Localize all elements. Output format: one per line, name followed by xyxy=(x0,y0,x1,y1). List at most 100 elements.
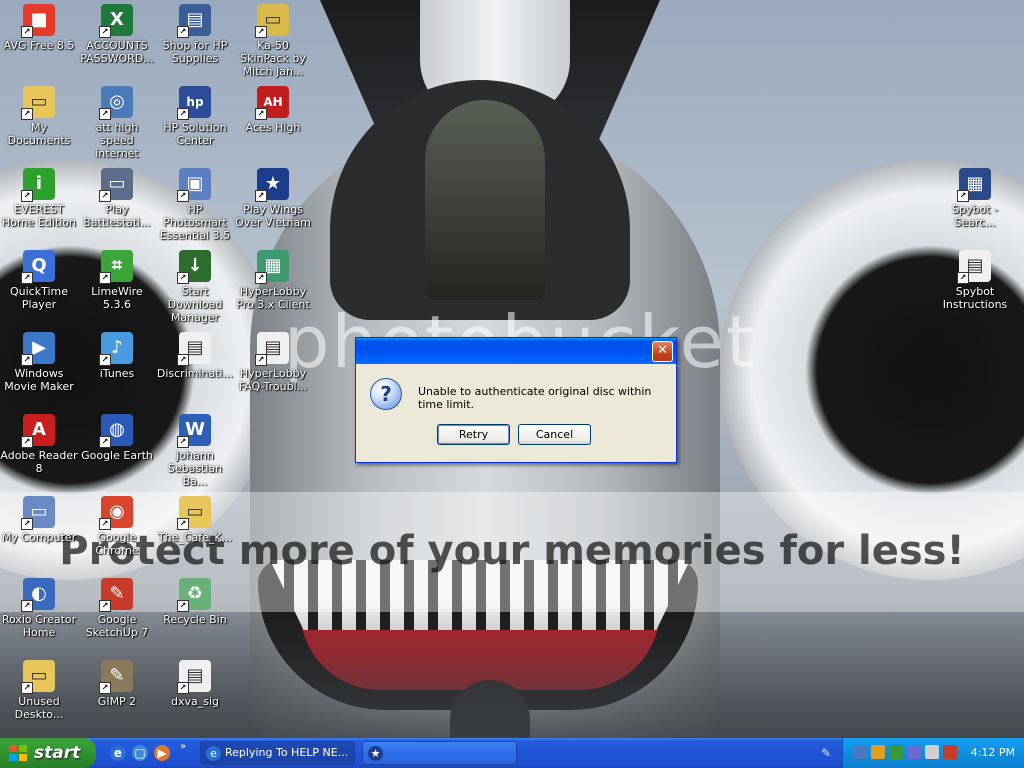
desktop-icon-sketchup[interactable]: ✎ ↗ Google SketchUp 7 xyxy=(78,578,156,639)
security-icon[interactable] xyxy=(871,745,885,759)
discrimination-doc-icon: ▤ ↗ xyxy=(177,332,211,366)
desktop-icon-download-manager[interactable]: ↓ ↗ Start Download Manager xyxy=(156,250,234,324)
hyperlobby-faq-icon: ▤ ↗ xyxy=(255,332,289,366)
shortcut-arrow-icon: ↗ xyxy=(21,600,33,612)
task-game-window[interactable]: ★ xyxy=(362,741,517,765)
show-desktop-icon[interactable]: ▢ xyxy=(132,745,148,761)
accounts-passwords-icon: X ↗ xyxy=(99,4,133,38)
system-tray: 4:12 PM xyxy=(842,738,1024,768)
shortcut-arrow-icon: ↗ xyxy=(177,682,189,694)
avg-free-icon: ■ ↗ xyxy=(21,4,55,38)
network-icon[interactable] xyxy=(853,745,867,759)
desktop-icon-my-computer[interactable]: ▭ ↗ My Computer xyxy=(0,496,78,544)
cafe-folder-icon: ▭ ↗ xyxy=(177,496,211,530)
desktop-icon-cafe-folder[interactable]: ▭ ↗ The_Cafe_K... xyxy=(156,496,234,544)
desktop-icon-hp-photosmart[interactable]: ▣ ↗ HP Photosmart Essential 3.5 xyxy=(156,168,234,242)
ka50-skinpack-icon: ▭ ↗ xyxy=(255,4,289,38)
att-internet-icon: ◎ ↗ xyxy=(99,86,133,120)
desktop-icon-movie-maker[interactable]: ▶ ↗ Windows Movie Maker xyxy=(0,332,78,393)
recycle-bin-icon: ♻ ↗ xyxy=(177,578,211,612)
desktop-icon-dxva-sig[interactable]: ▤ ↗ dxva_sig xyxy=(156,660,234,708)
desktop-icon-google-chrome[interactable]: ◉ ↗ Google Chrome xyxy=(78,496,156,557)
dialog-titlebar[interactable]: ✕ xyxy=(356,338,676,364)
spybot-search-icon: ▦ ↗ xyxy=(957,168,991,202)
shortcut-arrow-icon: ↗ xyxy=(177,190,189,202)
desktop-icon-gimp[interactable]: ✎ ↗ GIMP 2 xyxy=(78,660,156,708)
windows-movie-maker-icon: ▶ ↗ xyxy=(21,332,55,366)
start-label: start xyxy=(34,743,81,763)
shortcut-arrow-icon: ↗ xyxy=(99,600,111,612)
itunes-icon: ♪ ↗ xyxy=(99,332,133,366)
desktop-icon-spybot-search[interactable]: ▦ ↗ Spybot - Searc... xyxy=(936,168,1014,229)
shortcut-arrow-icon: ↗ xyxy=(177,272,189,284)
desktop-icon-hyperlobby-faq[interactable]: ▤ ↗ HyperLobby FAQ-Troubl... xyxy=(234,332,312,393)
desktop-icon-wings-vietnam[interactable]: ★ ↗ Play Wings Over Vietnam xyxy=(234,168,312,229)
dxva-sig-icon: ▤ ↗ xyxy=(177,660,211,694)
dialog-message: Unable to authenticate original disc wit… xyxy=(418,385,652,411)
desktop-icon-roxio[interactable]: ◐ ↗ Roxio Creator Home xyxy=(0,578,78,639)
desktop-icon-aces-high[interactable]: AH ↗ Aces High xyxy=(234,86,312,134)
spybot-instructions-icon: ▤ ↗ xyxy=(957,250,991,284)
shortcut-arrow-icon: ↗ xyxy=(255,190,267,202)
desktop-icon-everest[interactable]: i ↗ EVEREST Home Edition xyxy=(0,168,78,229)
wings-vietnam-icon: ★ ↗ xyxy=(255,168,289,202)
desktop-icon-johann-bach[interactable]: W ↗ Johann Sebastian Ba... xyxy=(156,414,234,488)
desktop-icon-avg[interactable]: ■ ↗ AVG Free 8.5 xyxy=(0,4,78,52)
hp-photosmart-icon: ▣ ↗ xyxy=(177,168,211,202)
desktop-icon-spybot-instructions[interactable]: ▤ ↗ Spybot Instructions xyxy=(936,250,1014,311)
shortcut-arrow-icon: ↗ xyxy=(177,108,189,120)
shortcut-arrow-icon: ↗ xyxy=(99,518,111,530)
desktop-icon-att-internet[interactable]: ◎ ↗ att high speed internet xyxy=(78,86,156,160)
task-replying-help[interactable]: e Replying To HELP NE... xyxy=(200,741,355,765)
shortcut-arrow-icon: ↗ xyxy=(21,26,33,38)
desktop-icon-discrimination[interactable]: ▤ ↗ Discriminati... xyxy=(156,332,234,380)
desktop-icon-accounts-passwords[interactable]: X ↗ ACCOUNTS PASSWORD... xyxy=(78,4,156,65)
desktop-icon-hp-supplies[interactable]: ▤ ↗ Shop for HP Supplies xyxy=(156,4,234,65)
hp-solution-center-icon: hp ↗ xyxy=(177,86,211,120)
taskbar: start e ▢ ▶ » e Replying To HELP NE... ★… xyxy=(0,738,1024,768)
pen-tool-icon[interactable]: ✎ xyxy=(818,745,834,761)
desktop-icon-recycle-bin[interactable]: ♻ ↗ Recycle Bin xyxy=(156,578,234,626)
limewire-icon: ⌗ ↗ xyxy=(99,250,133,284)
volume-icon[interactable] xyxy=(925,745,939,759)
media-player-icon[interactable]: ▶ xyxy=(154,745,170,761)
shortcut-arrow-icon: ↗ xyxy=(957,272,969,284)
desktop-icon-limewire[interactable]: ⌗ ↗ LimeWire 5.3.6 xyxy=(78,250,156,311)
desktop-icon-hp-solution-center[interactable]: hp ↗ HP Solution Center xyxy=(156,86,234,147)
shortcut-arrow-icon: ↗ xyxy=(99,190,111,202)
desktop-icon-google-earth[interactable]: ◍ ↗ Google Earth xyxy=(78,414,156,462)
authentication-error-dialog: ✕ ? Unable to authenticate original disc… xyxy=(355,337,677,463)
retry-button[interactable]: Retry xyxy=(437,424,510,445)
shortcut-arrow-icon: ↗ xyxy=(99,26,111,38)
shortcut-arrow-icon: ↗ xyxy=(255,272,267,284)
close-icon[interactable]: ✕ xyxy=(652,341,673,362)
hyperlobby-client-icon: ▦ ↗ xyxy=(255,250,289,284)
display-icon[interactable] xyxy=(907,745,921,759)
shortcut-arrow-icon: ↗ xyxy=(21,518,33,530)
cancel-button[interactable]: Cancel xyxy=(518,424,591,445)
desktop-icon-quicktime[interactable]: Q ↗ QuickTime Player xyxy=(0,250,78,311)
desktop-icon-ka50-skinpack[interactable]: ▭ ↗ Ka-50 SkinPack by Mitch Jan... xyxy=(234,4,312,78)
desktop-icon-hyperlobby-client[interactable]: ▦ ↗ HyperLobby Pro 3.x Client xyxy=(234,250,312,311)
desktop-icon-battlestations[interactable]: ▭ ↗ Play Battlestati... xyxy=(78,168,156,229)
quick-launch-more-icon[interactable]: » xyxy=(180,741,186,752)
desktop-icon-itunes[interactable]: ♪ ↗ iTunes xyxy=(78,332,156,380)
desktop-icon-my-documents[interactable]: ▭ ↗ My Documents xyxy=(0,86,78,147)
antivirus-icon[interactable] xyxy=(943,745,957,759)
internet-explorer-icon[interactable]: e xyxy=(110,745,126,761)
desktop-icon-unused-desktop[interactable]: ▭ ↗ Unused Deskto... xyxy=(0,660,78,721)
shortcut-arrow-icon: ↗ xyxy=(99,272,111,284)
play-battlestations-icon: ▭ ↗ xyxy=(99,168,133,202)
desktop-icon-adobe-reader[interactable]: A ↗ Adobe Reader 8 xyxy=(0,414,78,475)
start-download-manager-icon: ↓ ↗ xyxy=(177,250,211,284)
shortcut-arrow-icon: ↗ xyxy=(99,354,111,366)
roxio-creator-icon: ◐ ↗ xyxy=(21,578,55,612)
my-documents-icon: ▭ ↗ xyxy=(21,86,55,120)
shortcut-arrow-icon: ↗ xyxy=(21,354,33,366)
clock[interactable]: 4:12 PM xyxy=(971,738,1015,768)
start-button[interactable]: start xyxy=(0,738,96,768)
question-icon: ? xyxy=(370,378,402,410)
shortcut-arrow-icon: ↗ xyxy=(21,436,33,448)
update-icon[interactable] xyxy=(889,745,903,759)
shortcut-arrow-icon: ↗ xyxy=(177,518,189,530)
